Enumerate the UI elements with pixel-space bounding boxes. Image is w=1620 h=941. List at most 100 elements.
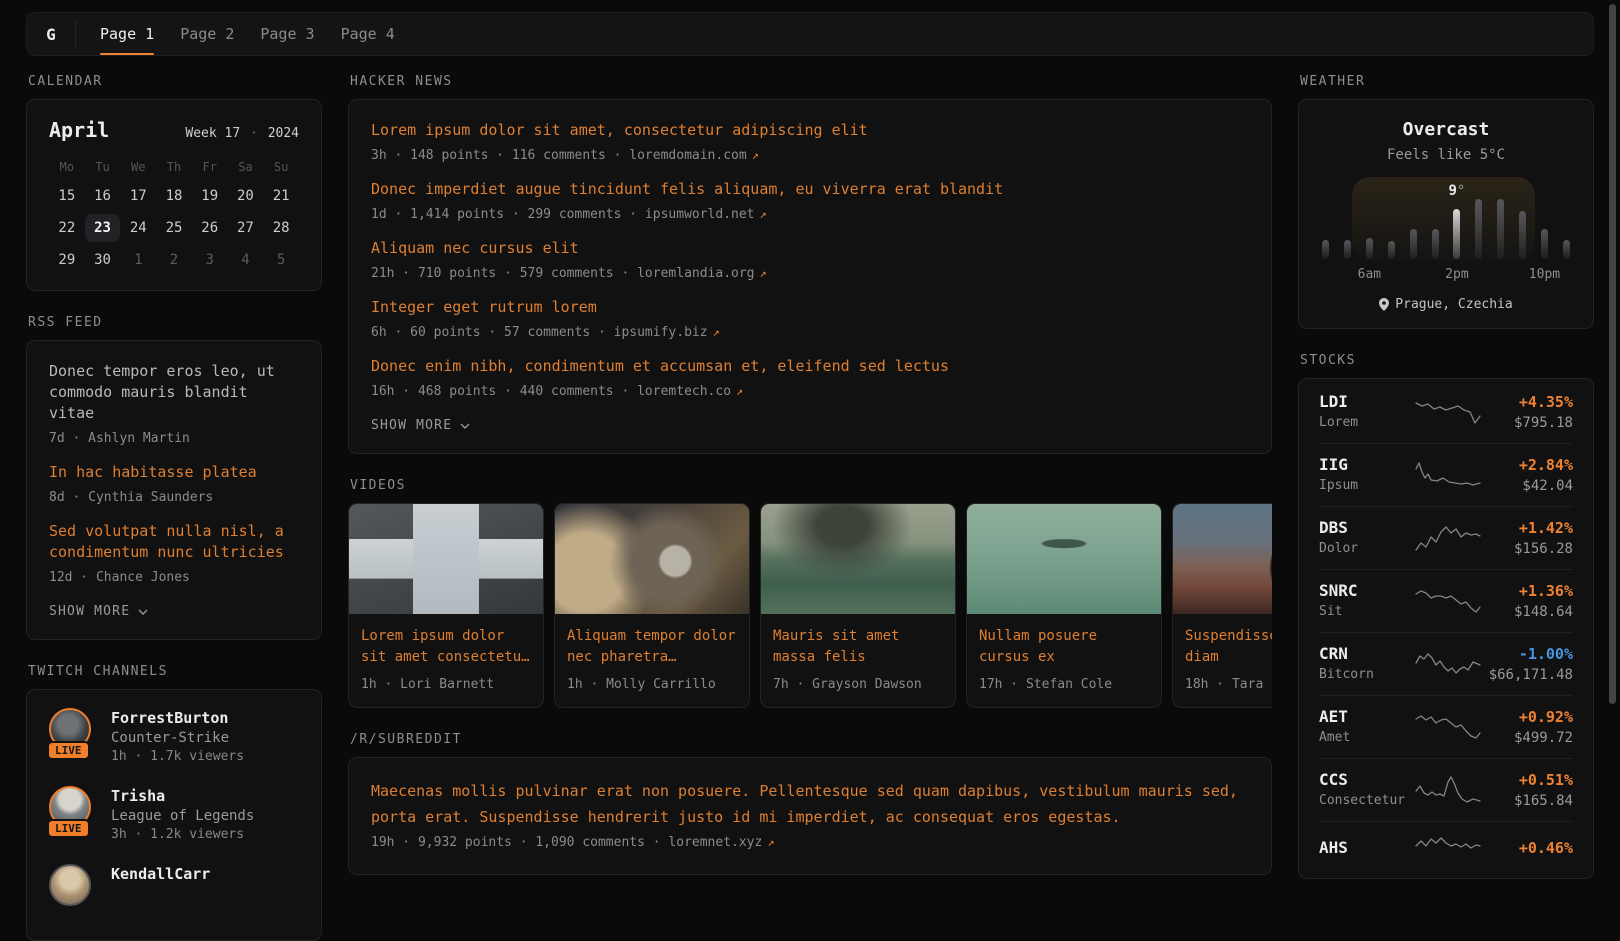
calendar-day[interactable]: 2	[156, 246, 192, 274]
channel-name[interactable]: Trisha	[111, 786, 254, 806]
channel-info: KendallCarr	[111, 864, 210, 922]
hn-item-title[interactable]: Aliquam nec cursus elit	[371, 238, 1249, 259]
video-thumbnail[interactable]	[967, 504, 1161, 614]
stock-symbol[interactable]: LDI	[1319, 392, 1415, 412]
calendar-day[interactable]: 18	[156, 182, 192, 210]
stock-row[interactable]: CRN Bitcorn -1.00% $66,171.48	[1319, 632, 1573, 695]
video-thumbnail[interactable]	[761, 504, 955, 614]
stock-row[interactable]: IIG Ipsum +2.84% $42.04	[1319, 443, 1573, 506]
calendar-day[interactable]: 16	[85, 182, 121, 210]
video-title[interactable]: Aliquam tempor dolor nec pharetra…	[567, 626, 737, 668]
channel-name[interactable]: ForrestBurton	[111, 708, 244, 728]
calendar-day[interactable]: 29	[49, 246, 85, 274]
calendar-day[interactable]: 26	[192, 214, 228, 242]
video-meta: 7h · Grayson Dawson	[773, 676, 943, 693]
video-info: Suspendisse diam 18h · Tara	[1173, 614, 1272, 707]
calendar-day[interactable]: 3	[192, 246, 228, 274]
video-title[interactable]: Suspendisse diam	[1185, 626, 1272, 668]
stock-identity: AET Amet	[1319, 707, 1415, 747]
stock-symbol[interactable]: SNRC	[1319, 581, 1415, 601]
stock-identity: IIG Ipsum	[1319, 455, 1415, 495]
stock-values: +1.36% $148.64	[1481, 581, 1573, 621]
tab-page-4[interactable]: Page 4	[341, 13, 395, 55]
twitch-channel-row[interactable]: LIVE ForrestBurton Counter-Strike 1h · 1…	[49, 708, 299, 766]
calendar-day[interactable]: 4	[228, 246, 264, 274]
hn-item-title[interactable]: Integer eget rutrum lorem	[371, 297, 1249, 318]
stock-row[interactable]: CCS Consectetur +0.51% $165.84	[1319, 758, 1573, 821]
stock-symbol[interactable]: IIG	[1319, 455, 1415, 475]
hn-item-meta: 1d · 1,414 points · 299 comments · ipsum…	[371, 206, 1249, 223]
stock-symbol[interactable]: CCS	[1319, 770, 1415, 790]
calendar-day[interactable]: 28	[263, 214, 299, 242]
external-link-icon[interactable]: ↗	[752, 148, 759, 162]
calendar-day[interactable]: 30	[85, 246, 121, 274]
calendar-day[interactable]: 17	[120, 182, 156, 210]
stock-row[interactable]: SNRC Sit +1.36% $148.64	[1319, 569, 1573, 632]
calendar-day[interactable]: 5	[263, 246, 299, 274]
video-title[interactable]: Mauris sit amet massa felis	[773, 626, 943, 668]
rss-item-title[interactable]: Donec tempor eros leo, ut commodo mauris…	[49, 361, 299, 424]
stock-symbol[interactable]: AHS	[1319, 838, 1415, 858]
external-link-icon[interactable]: ↗	[767, 835, 774, 849]
stock-sparkline	[1415, 396, 1481, 428]
video-card[interactable]: Nullam posuere cursus ex 17h · Stefan Co…	[966, 503, 1162, 708]
stock-row[interactable]: DBS Dolor +1.42% $156.28	[1319, 506, 1573, 569]
calendar-day[interactable]: 27	[228, 214, 264, 242]
weekday-header: Th	[156, 156, 192, 178]
external-link-icon[interactable]: ↗	[713, 325, 720, 339]
page-scrollbar-thumb[interactable]	[1609, 4, 1616, 704]
tab-page-1[interactable]: Page 1	[100, 13, 154, 55]
reddit-post-title[interactable]: Maecenas mollis pulvinar erat non posuer…	[371, 778, 1249, 830]
stock-row[interactable]: AHS +0.46%	[1319, 821, 1573, 876]
tab-page-3[interactable]: Page 3	[260, 13, 314, 55]
calendar-day[interactable]: 24	[120, 214, 156, 242]
video-card[interactable]: Suspendisse diam 18h · Tara	[1172, 503, 1272, 708]
video-thumbnail[interactable]	[1173, 504, 1272, 614]
hn-show-more-button[interactable]: SHOW MORE	[371, 418, 471, 433]
hn-item-title[interactable]: Donec imperdiet augue tincidunt felis al…	[371, 179, 1249, 200]
video-thumbnail[interactable]	[555, 504, 749, 614]
channel-meta: 1h · 1.7k viewers	[111, 748, 244, 766]
app-logo[interactable]: G	[27, 13, 75, 55]
stock-symbol[interactable]: CRN	[1319, 644, 1415, 664]
video-title[interactable]: Lorem ipsum dolor sit amet consectetu…	[361, 626, 531, 668]
hn-item-title[interactable]: Donec enim nibh, condimentum et accumsan…	[371, 356, 1249, 377]
channel-name[interactable]: KendallCarr	[111, 864, 210, 884]
calendar-day-selected[interactable]: 23	[85, 214, 121, 242]
calendar-day[interactable]: 20	[228, 182, 264, 210]
calendar-day[interactable]: 21	[263, 182, 299, 210]
video-meta: 18h · Tara	[1185, 676, 1272, 693]
video-card[interactable]: Aliquam tempor dolor nec pharetra… 1h · …	[554, 503, 750, 708]
calendar-day[interactable]: 22	[49, 214, 85, 242]
calendar-day[interactable]: 15	[49, 182, 85, 210]
calendar-day[interactable]: 25	[156, 214, 192, 242]
rss-item-meta: 7d · Ashlyn Martin	[49, 430, 299, 447]
stock-symbol[interactable]: DBS	[1319, 518, 1415, 538]
stock-symbol[interactable]: AET	[1319, 707, 1415, 727]
calendar-day[interactable]: 19	[192, 182, 228, 210]
page-scrollbar-track[interactable]	[1606, 0, 1620, 900]
time-label: 6am	[1358, 267, 1381, 282]
weather-bar-chart: 9°	[1322, 195, 1570, 259]
video-card[interactable]: Lorem ipsum dolor sit amet consectetu… 1…	[348, 503, 544, 708]
external-link-icon[interactable]: ↗	[760, 207, 767, 221]
hn-item-title[interactable]: Lorem ipsum dolor sit amet, consectetur …	[371, 120, 1249, 141]
video-card[interactable]: Mauris sit amet massa felis 7h · Grayson…	[760, 503, 956, 708]
stock-row[interactable]: AET Amet +0.92% $499.72	[1319, 695, 1573, 758]
rss-show-more-button[interactable]: SHOW MORE	[49, 604, 149, 619]
time-label: 10pm	[1529, 267, 1560, 282]
external-link-icon[interactable]: ↗	[760, 266, 767, 280]
external-link-icon[interactable]: ↗	[736, 384, 743, 398]
stock-change: -1.00%	[1481, 644, 1573, 664]
twitch-channel-row[interactable]: KendallCarr	[49, 864, 299, 922]
calendar-day[interactable]: 1	[120, 246, 156, 274]
rss-item-title[interactable]: In hac habitasse platea	[49, 462, 299, 483]
weekday-header: Su	[263, 156, 299, 178]
twitch-channel-row[interactable]: LIVE Trisha League of Legends 3h · 1.2k …	[49, 786, 299, 844]
stock-row[interactable]: LDI Lorem +4.35% $795.18	[1319, 381, 1573, 443]
tab-page-2[interactable]: Page 2	[180, 13, 234, 55]
video-thumbnail[interactable]	[349, 504, 543, 614]
channel-info: Trisha League of Legends 3h · 1.2k viewe…	[111, 786, 254, 844]
rss-item-title[interactable]: Sed volutpat nulla nisl, a condimentum n…	[49, 521, 299, 563]
video-title[interactable]: Nullam posuere cursus ex	[979, 626, 1149, 668]
